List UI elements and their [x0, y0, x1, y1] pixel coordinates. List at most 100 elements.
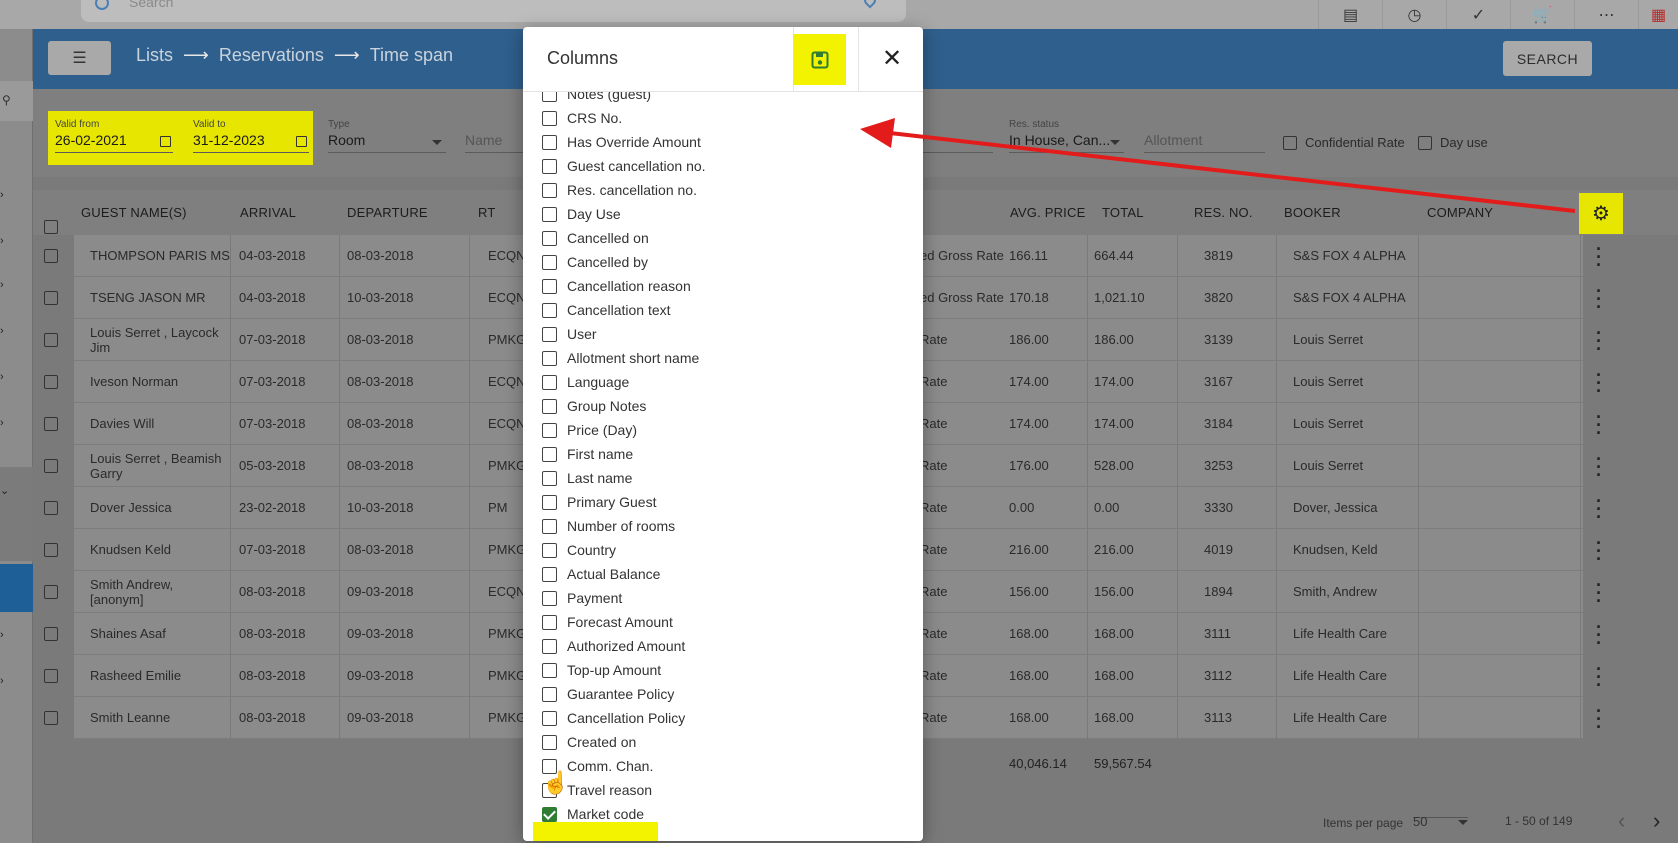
- column-option[interactable]: Primary Guest: [542, 494, 656, 510]
- calendar-icon[interactable]: [296, 136, 307, 147]
- column-option[interactable]: Forecast Amount: [542, 614, 673, 630]
- row-actions-menu-icon[interactable]: · · ·: [1596, 282, 1602, 316]
- column-option[interactable]: Top-up Amount: [542, 662, 661, 678]
- checkbox[interactable]: [1418, 135, 1432, 150]
- checkbox[interactable]: [542, 590, 557, 606]
- checkbox[interactable]: [542, 206, 557, 222]
- checkbox[interactable]: [542, 182, 557, 198]
- row-checkbox[interactable]: [44, 417, 58, 431]
- nav-chevron-icon[interactable]: ›: [0, 279, 33, 291]
- row-actions-menu-icon[interactable]: · · ·: [1596, 408, 1602, 442]
- name-placeholder[interactable]: Name: [465, 132, 525, 153]
- nav-chevron-icon[interactable]: ›: [0, 629, 33, 641]
- row-checkbox[interactable]: [44, 501, 58, 515]
- column-total[interactable]: TOTAL: [1102, 205, 1144, 220]
- nav-chevron-icon[interactable]: ›: [0, 371, 33, 383]
- menu-toggle-button[interactable]: ☰: [48, 41, 111, 75]
- checkbox[interactable]: [542, 278, 557, 294]
- checkbox[interactable]: [542, 494, 557, 510]
- checkbox[interactable]: [542, 158, 557, 174]
- nav-chevron-icon[interactable]: ›: [0, 235, 33, 247]
- column-option[interactable]: Guest cancellation no.: [542, 158, 706, 174]
- row-checkbox[interactable]: [44, 333, 58, 347]
- row-checkbox[interactable]: [44, 459, 58, 473]
- register-icon[interactable]: ▤: [1318, 0, 1382, 29]
- checkbox[interactable]: [542, 302, 557, 318]
- column-avg-price[interactable]: AVG. PRICE: [1010, 205, 1085, 220]
- valid-to-field[interactable]: Valid to 31-12-2023: [193, 119, 309, 153]
- allotment-input[interactable]: Allotment: [1144, 119, 1265, 153]
- row-checkbox[interactable]: [44, 711, 58, 725]
- row-actions-menu-icon[interactable]: · · ·: [1596, 324, 1602, 358]
- checkbox[interactable]: [542, 350, 557, 366]
- column-option[interactable]: Guarantee Policy: [542, 686, 674, 702]
- column-option[interactable]: Cancellation Policy: [542, 710, 685, 726]
- column-option[interactable]: Actual Balance: [542, 566, 660, 582]
- day-use-checkbox[interactable]: Day use: [1418, 135, 1488, 150]
- column-option[interactable]: Country: [542, 542, 616, 558]
- row-actions-menu-icon[interactable]: · · ·: [1596, 660, 1602, 694]
- cart-icon[interactable]: 🛒: [1510, 0, 1574, 29]
- row-checkbox[interactable]: [44, 375, 58, 389]
- row-actions-menu-icon[interactable]: · · ·: [1596, 450, 1602, 484]
- column-arrival[interactable]: ARRIVAL: [240, 205, 296, 220]
- column-company[interactable]: COMPANY: [1427, 205, 1493, 220]
- search-button[interactable]: SEARCH: [1503, 41, 1592, 76]
- type-value[interactable]: Room: [328, 132, 446, 153]
- checkbox[interactable]: [542, 446, 557, 462]
- column-departure[interactable]: DEPARTURE: [347, 205, 428, 220]
- checkbox[interactable]: [542, 542, 557, 558]
- column-option[interactable]: Day Use: [542, 206, 621, 222]
- save-button[interactable]: [793, 34, 846, 85]
- checkbox[interactable]: [542, 806, 557, 822]
- items-per-page-select[interactable]: 50: [1413, 814, 1468, 829]
- checkbox[interactable]: [542, 92, 557, 102]
- column-option[interactable]: Created on: [542, 734, 636, 750]
- nav-chevron-icon[interactable]: ›: [0, 675, 33, 687]
- column-settings-gear-icon[interactable]: ⚙: [1579, 193, 1623, 234]
- column-rt[interactable]: RT: [478, 205, 496, 220]
- checkbox[interactable]: [542, 710, 557, 726]
- global-search[interactable]: Search: [81, 0, 906, 22]
- clock-icon[interactable]: ◷: [1382, 0, 1446, 29]
- column-option[interactable]: Number of rooms: [542, 518, 675, 534]
- row-actions-menu-icon[interactable]: · · ·: [1596, 240, 1602, 274]
- partial-filter-placeholder[interactable]: y: [918, 132, 993, 153]
- column-option[interactable]: Price (Day): [542, 422, 637, 438]
- valid-from-field[interactable]: Valid from 26-02-2021: [55, 119, 173, 153]
- column-option[interactable]: Cancellation text: [542, 302, 671, 318]
- column-option[interactable]: Last name: [542, 470, 632, 486]
- more-icon[interactable]: ⋯: [1574, 0, 1638, 29]
- name-input[interactable]: Name: [465, 119, 525, 153]
- column-option[interactable]: Cancellation reason: [542, 278, 691, 294]
- checkbox[interactable]: [542, 734, 557, 750]
- column-option[interactable]: Notes (guest): [542, 92, 651, 102]
- row-checkbox[interactable]: [44, 627, 58, 641]
- column-option[interactable]: User: [542, 326, 597, 342]
- row-actions-menu-icon[interactable]: · · ·: [1596, 534, 1602, 568]
- checkbox[interactable]: [542, 254, 557, 270]
- column-option[interactable]: Payment: [542, 590, 622, 606]
- row-checkbox[interactable]: [44, 585, 58, 599]
- res-status-value[interactable]: In House, Can...: [1009, 132, 1124, 153]
- row-checkbox[interactable]: [44, 543, 58, 557]
- next-page-icon[interactable]: ›: [1653, 808, 1660, 834]
- confidential-rate-checkbox[interactable]: Confidential Rate: [1283, 135, 1405, 150]
- checkbox[interactable]: [542, 566, 557, 582]
- column-booker[interactable]: BOOKER: [1284, 205, 1341, 220]
- breadcrumb-item[interactable]: Lists: [136, 45, 173, 66]
- row-actions-menu-icon[interactable]: · · ·: [1596, 492, 1602, 526]
- column-option[interactable]: Language: [542, 374, 629, 390]
- checkbox[interactable]: [542, 326, 557, 342]
- column-guest-names[interactable]: GUEST NAME(S): [81, 205, 187, 220]
- column-option[interactable]: Group Notes: [542, 398, 646, 414]
- column-option[interactable]: Allotment short name: [542, 350, 699, 366]
- row-checkbox[interactable]: [44, 249, 58, 263]
- valid-from-value[interactable]: 26-02-2021: [55, 132, 173, 153]
- partial-filter-input[interactable]: y: [918, 119, 993, 153]
- nav-search-icon[interactable]: ⚲: [0, 81, 33, 121]
- checkbox[interactable]: [542, 614, 557, 630]
- calendar-icon[interactable]: ▦: [1638, 0, 1678, 29]
- row-actions-menu-icon[interactable]: · · ·: [1596, 576, 1602, 610]
- column-option[interactable]: CRS No.: [542, 110, 622, 126]
